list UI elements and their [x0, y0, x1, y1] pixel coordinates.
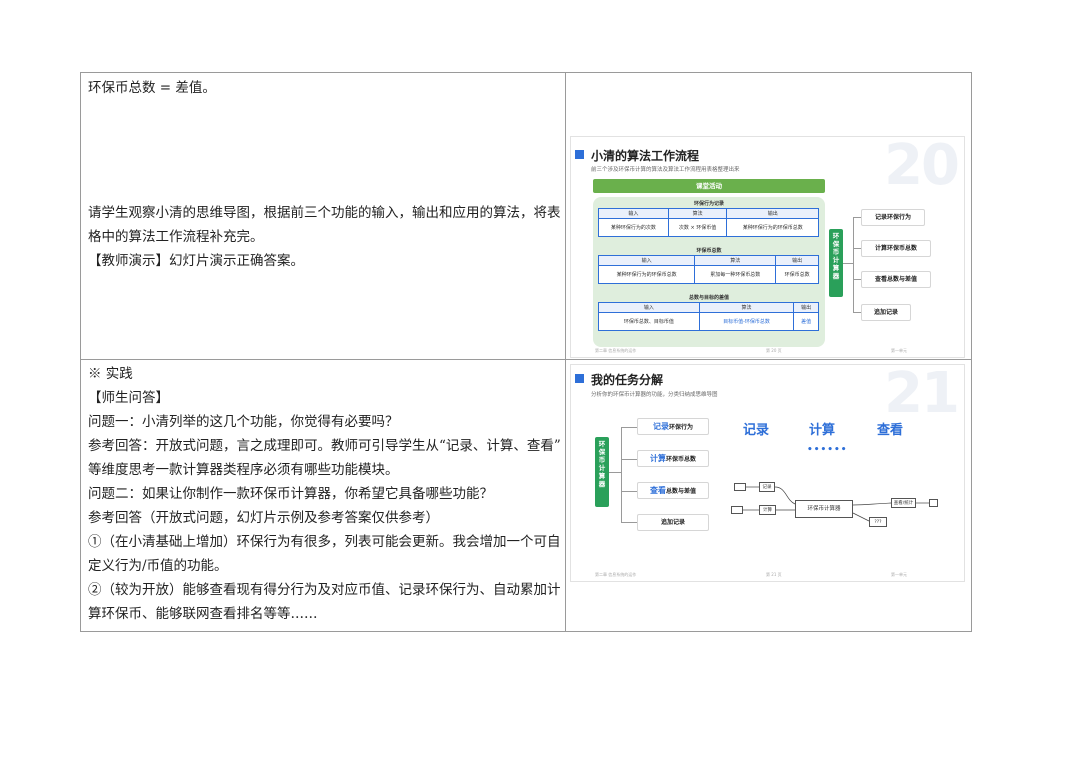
diagram-box — [734, 483, 746, 491]
table-header: 输入 — [597, 255, 696, 266]
table-header: 算法 — [694, 255, 777, 266]
calculator-label: 环保币计算器 — [829, 229, 843, 297]
slide-footer: 第二章 信息系统的运作 — [595, 572, 637, 577]
slide-20: 20 小清的算法工作流程 前三个涉及环保币计算的算法及算法工作流程用表格整理出来… — [570, 136, 965, 358]
slide-subtitle: 前三个涉及环保币计算的算法及算法工作流程用表格整理出来 — [591, 167, 740, 173]
table-cell: 累加每一种环保币总数 — [694, 265, 777, 284]
text-line: 参考回答（开放式问题，幻灯片示例及参考答案仅供参考） — [88, 510, 439, 526]
table-header: 输入 — [598, 208, 669, 219]
slide-number: 20 — [884, 136, 960, 198]
connector — [853, 279, 861, 280]
workflow-table: 输入 算法 输出 某种环保行为的环保币总数 累加每一种环保币总数 环保币总数 — [597, 255, 819, 284]
slide-footer: 第一单元 — [891, 348, 907, 353]
text-line: 定义行为/币值的功能。 — [88, 558, 228, 574]
slide-footer: 第一单元 — [891, 572, 907, 577]
connector — [853, 217, 861, 218]
text-line: 参考回答：开放式问题，言之成理即可。教师可引导学生从“记录、计算、查看” — [88, 438, 561, 454]
diagram-unknown: ??? — [869, 517, 887, 527]
function-box: 记录环保行为 — [861, 209, 925, 226]
function-box: 追加记录 — [861, 304, 911, 321]
diagram-center: 环保币计算器 — [795, 500, 853, 518]
text-line: 问题一：小清列举的这几个功能，你觉得有必要吗？ — [88, 414, 399, 430]
diagram-connectors — [743, 486, 929, 522]
diagram-calc: 计算 — [759, 505, 776, 515]
title-marker — [575, 150, 584, 159]
slide-footer: 第 20 页 — [766, 348, 782, 353]
left-top-cell: 环保币总数 = 差值。 — [88, 76, 564, 100]
diagram-box — [731, 506, 743, 514]
lesson-table: 环保币总数 = 差值。 请学生观察小清的思维导图，根据前三个功能的输入，输出和应… — [80, 72, 972, 632]
diagram-record: 记录 — [759, 482, 775, 492]
workflow-table: 输入 算法 输出 某种环保行为的次数 次数 × 环保币值 某种环保行为的环保币总… — [598, 208, 819, 237]
table-header: 算法 — [698, 302, 795, 313]
column-divider — [565, 73, 566, 631]
table-cell: 某种环保行为的环保币总数 — [726, 218, 819, 237]
table-cell: 次数 × 环保币值 — [667, 218, 728, 237]
table-header: 输入 — [598, 302, 700, 313]
text-line: ②（较为开放）能够查看现有得分行为及对应币值、记录环保行为、自动累加计 — [88, 582, 561, 598]
block-title: 总数与目标的差值 — [688, 295, 729, 301]
workflow-table: 输入 算法 输出 环保币总数、目标币值 目标币值-环保币总数 差值 — [598, 302, 819, 331]
slide-footer: 第 21 页 — [766, 572, 782, 577]
connector — [853, 217, 854, 313]
text-line: ①（在小清基础上增加）环保行为有很多，列表可能会更新。我会增加一个可自 — [88, 534, 561, 550]
activity-bar: 课堂活动 — [593, 179, 825, 193]
table-cell: 差值 — [793, 312, 819, 331]
slide-title: 小清的算法工作流程 — [591, 149, 700, 163]
table-header: 算法 — [667, 208, 728, 219]
function-box: 计算环保币总数 — [861, 240, 931, 257]
calculator-text: 环保币计算器 — [832, 232, 840, 280]
connector — [853, 312, 861, 313]
connector — [843, 263, 853, 264]
text-line: 【师生问答】 — [88, 390, 169, 406]
left-bottom-cell: ※ 实践 【师生问答】 问题一：小清列举的这几个功能，你觉得有必要吗？ 参考回答… — [88, 362, 564, 626]
block-title: 环保行为记录 — [693, 201, 724, 207]
text-line: 格中的算法工作流程补充完。 — [88, 229, 264, 245]
connector — [853, 248, 861, 249]
table-header: 输出 — [775, 255, 819, 266]
table-cell: 某种环保行为的环保币总数 — [597, 265, 696, 284]
text-line: 等维度思考一款计算器类程序必须有哪些功能模块。 — [88, 462, 399, 478]
table-cell: 环保币总数、目标币值 — [598, 312, 700, 331]
diagram-box — [929, 499, 938, 507]
table-cell: 某种环保行为的次数 — [598, 218, 669, 237]
left-top-cell-body: 请学生观察小清的思维导图，根据前三个功能的输入，输出和应用的算法，将表 格中的算… — [88, 201, 564, 273]
table-header: 输出 — [793, 302, 819, 313]
workflow-panel: 环保行为记录 输入 算法 输出 某种环保行为的次数 次数 × 环保币值 某种环保… — [593, 197, 825, 347]
text-line: 请学生观察小清的思维导图，根据前三个功能的输入，输出和应用的算法，将表 — [88, 205, 561, 221]
text-line: 算环保币、能够联网查看排名等等…… — [88, 606, 318, 622]
text-line: 问题二：如果让你制作一款环保币计算器，你希望它具备哪些功能？ — [88, 486, 493, 502]
slide-footer: 第二章 信息系统的运作 — [595, 348, 637, 353]
diagram-view: 查看/统计 — [891, 498, 916, 508]
table-header: 输出 — [726, 208, 819, 219]
function-box: 查看总数与差值 — [861, 271, 931, 288]
table-cell: 环保币总数 — [775, 265, 819, 284]
table-cell: 目标币值-环保币总数 — [698, 312, 795, 331]
text-line: 环保币总数 = 差值。 — [88, 80, 216, 96]
text-line: 【教师演示】幻灯片演示正确答案。 — [88, 253, 304, 269]
row-divider — [81, 359, 971, 360]
slide-21: 21 我的任务分解 分析你的环保币计算器的功能，分类归纳成思维导图 环保币计算器… — [570, 364, 965, 582]
text-line: ※ 实践 — [88, 366, 133, 382]
block-title: 环保币总数 — [696, 248, 722, 254]
